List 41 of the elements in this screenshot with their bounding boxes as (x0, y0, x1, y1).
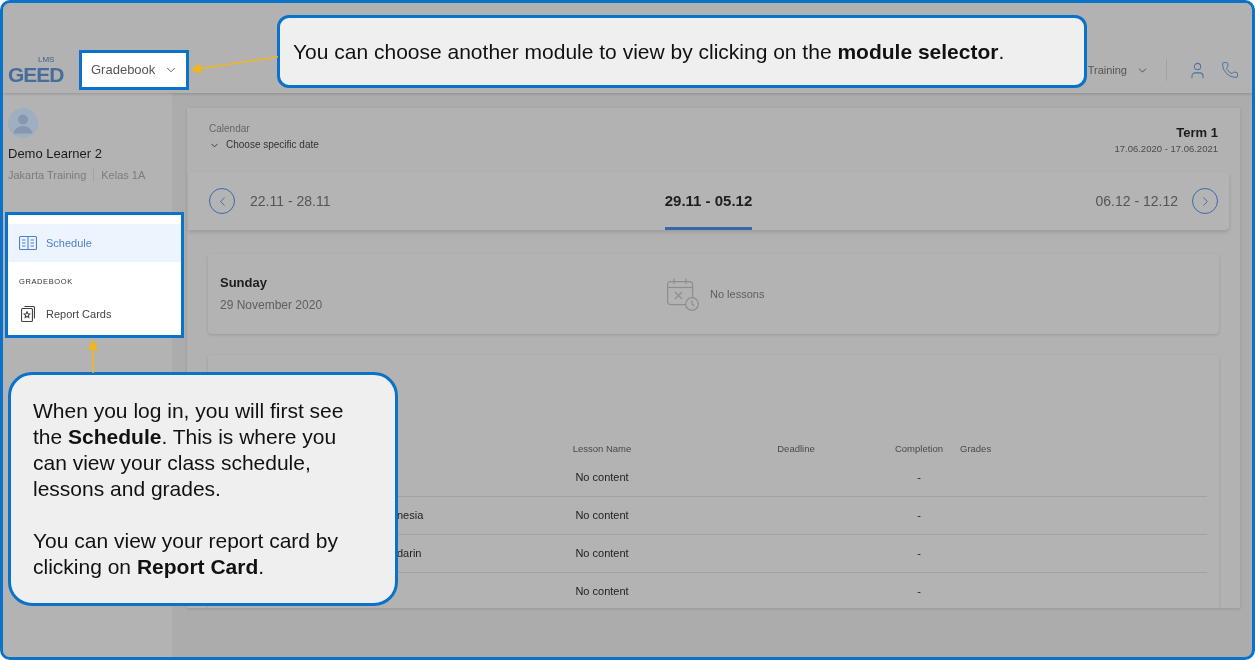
week-tab[interactable]: 06.12 - 12.12 (1095, 172, 1178, 230)
star-card-icon (21, 306, 35, 322)
menu-item[interactable]: Schedule (8, 224, 181, 262)
column-header: Lesson Name (572, 442, 632, 454)
day-date: 29 November 2020 (220, 298, 323, 313)
column-header: Deadline (777, 442, 815, 454)
pointer-arrow (88, 339, 98, 373)
table-cell: No content (575, 585, 629, 598)
term-dates: 17.06.2020 - 17.06.2021 (1114, 143, 1218, 155)
tip-text: You can choose another module to view by clicking on the module selector. (293, 38, 1005, 65)
book-icon (19, 236, 37, 250)
menu-item[interactable]: Report Cards (8, 295, 181, 333)
logo-text: GEED (8, 64, 64, 85)
phone-icon[interactable] (1221, 61, 1239, 79)
table-cell: - (917, 547, 921, 560)
table-cell: nesia (397, 509, 424, 522)
week-tab[interactable]: 29.11 - 05.12 (664, 172, 753, 230)
calendar-clock-icon (667, 277, 699, 311)
logo-tag: LMS (38, 55, 55, 64)
date-picker-toggle[interactable]: Choose specific date (209, 139, 319, 151)
term-name: Term 1 (1176, 125, 1218, 141)
table-cell: darin (397, 547, 422, 560)
column-header: Grades (960, 442, 992, 454)
school-selector[interactable]: Training (1087, 61, 1149, 79)
tip-text: You can view your report card by clicking on Report Card. (33, 528, 340, 580)
column-header: Completion (894, 442, 944, 454)
week-tab[interactable]: 22.11 - 28.11 (250, 172, 331, 230)
tip-text: When you log in, you will first see the Schedule. This is where you can view your class schedule, lessons and grades. (33, 398, 345, 502)
empty-message: No lessons (710, 286, 765, 302)
day-name: Sunday (220, 275, 267, 291)
table-cell: No content (575, 509, 629, 522)
module-selector[interactable]: Gradebook (79, 50, 189, 90)
table-cell: - (917, 471, 921, 484)
table-cell: - (917, 509, 921, 522)
avatar-icon (8, 108, 38, 138)
user-icon[interactable] (1188, 60, 1207, 80)
table-cell: No content (575, 471, 629, 484)
table-cell: No content (575, 547, 629, 560)
calendar-label: Calendar (209, 123, 250, 135)
user-name: Demo Learner 2 (8, 146, 102, 162)
table-cell: - (917, 585, 921, 598)
